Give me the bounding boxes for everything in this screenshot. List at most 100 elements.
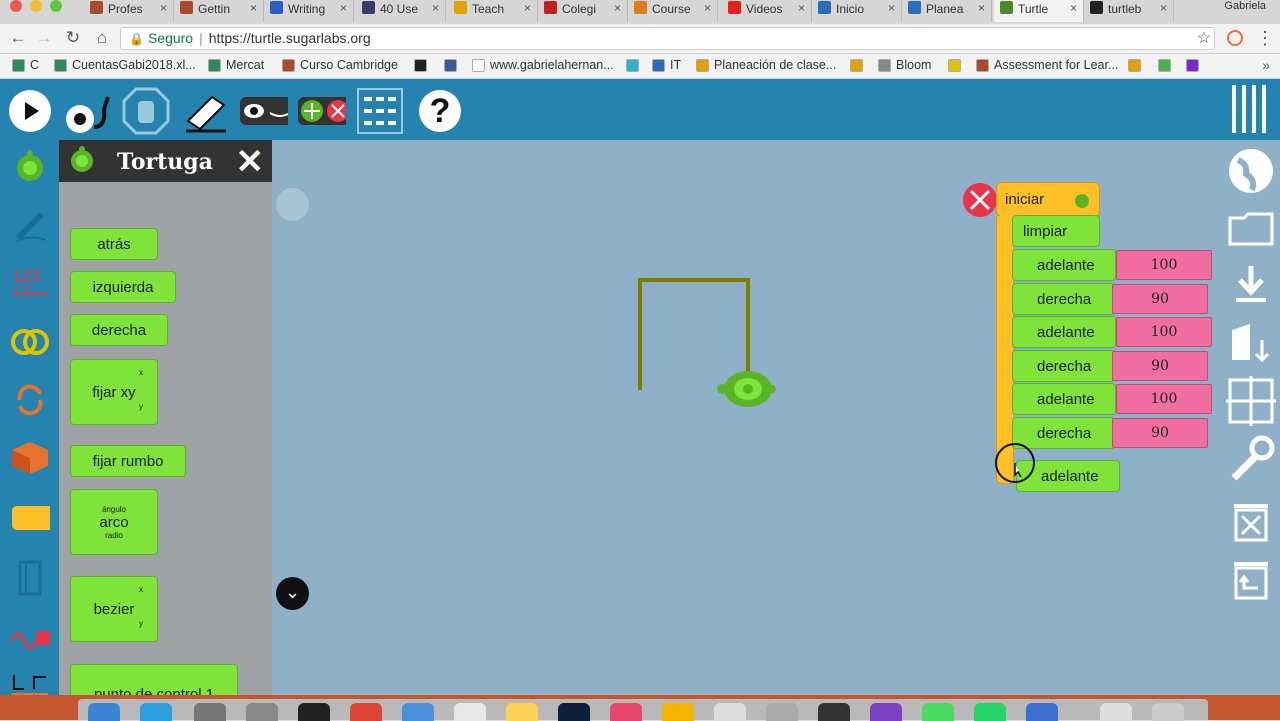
url-input[interactable]: 🔒 Seguro | https://turtle.sugarlabs.org ☆ <box>120 27 1215 50</box>
sensors-palette-icon[interactable] <box>10 616 50 656</box>
dock-app-icon[interactable] <box>870 703 902 721</box>
browser-tab[interactable]: Course × <box>628 0 718 22</box>
photos-icon[interactable] <box>662 703 694 721</box>
tab-close-icon[interactable]: × <box>888 1 895 15</box>
action-palette-icon[interactable] <box>10 498 50 538</box>
browser-tab[interactable]: Videos × <box>722 0 812 22</box>
program-step-value[interactable]: 100 <box>1116 317 1212 347</box>
messages-icon[interactable] <box>922 703 954 721</box>
dock-app-icon[interactable] <box>246 703 278 721</box>
tab-close-icon[interactable]: × <box>798 1 805 15</box>
tab-close-icon[interactable]: × <box>978 1 985 15</box>
restore-trash-icon[interactable] <box>1226 554 1276 604</box>
block-back[interactable]: atrás <box>70 228 158 260</box>
browser-tab[interactable]: Inicio × <box>812 0 902 22</box>
turtle-palette-icon[interactable] <box>10 148 50 188</box>
tab-close-icon[interactable]: × <box>524 1 531 15</box>
run-slow-button[interactable] <box>62 87 110 135</box>
block-control-point[interactable]: punto de control 1 <box>70 664 238 695</box>
forward-arrow-icon[interactable]: → <box>34 28 54 48</box>
whatsapp-icon[interactable] <box>974 703 1006 721</box>
browser-tab[interactable]: Planea × <box>902 0 992 22</box>
dock-app-icon[interactable] <box>1026 703 1058 721</box>
globe-icon[interactable] <box>1226 146 1276 196</box>
cartesian-grid-icon[interactable] <box>1226 376 1276 426</box>
program-step-value[interactable]: 100 <box>1116 250 1212 280</box>
collapse-button[interactable] <box>240 87 288 135</box>
download-icon[interactable] <box>1226 260 1276 310</box>
stop-button[interactable] <box>122 87 170 135</box>
program-step-block[interactable]: adelante <box>1012 249 1116 281</box>
itunes-icon[interactable] <box>610 703 642 721</box>
program-step-block[interactable]: adelante <box>1012 383 1116 415</box>
scroll-up-button[interactable] <box>276 188 309 221</box>
bookmark-item[interactable]: Assessment for Lear... <box>976 58 1118 72</box>
bookmark-item[interactable]: Planeación de clase... <box>696 58 836 72</box>
bookmark-star-icon[interactable]: ☆ <box>1197 28 1211 49</box>
bookmark-item[interactable]: Mercat <box>208 58 264 72</box>
dock-app-icon[interactable] <box>818 703 850 721</box>
clear-button[interactable] <box>182 87 230 135</box>
chrome-icon[interactable] <box>350 703 382 721</box>
block-clean[interactable]: limpiar <box>1012 215 1100 247</box>
calendar-icon[interactable] <box>454 703 486 721</box>
program-step-block[interactable]: adelante <box>1012 316 1116 348</box>
number-palette-icon[interactable]: 123 + = <box>10 264 50 304</box>
profile-name[interactable]: Gabriela <box>1224 0 1266 12</box>
tab-close-icon[interactable]: × <box>704 1 711 15</box>
bookmark-item[interactable]: C <box>12 58 39 72</box>
scroll-down-button[interactable]: ⌄ <box>276 577 309 610</box>
trash-icon[interactable] <box>1226 496 1276 546</box>
browser-tab[interactable]: turtleb × <box>1084 0 1174 22</box>
tab-close-icon[interactable]: × <box>340 1 347 15</box>
system-prefs-icon[interactable] <box>194 703 226 721</box>
block-left[interactable]: izquierda <box>70 271 176 303</box>
terminal-icon[interactable] <box>298 703 330 721</box>
menu-toggle-icon[interactable] <box>1230 85 1270 133</box>
dock-app-icon[interactable] <box>714 703 746 721</box>
bookmark-item[interactable]: Curso Cambridge <box>282 58 398 72</box>
block-bezier[interactable]: bezier x y <box>70 576 158 642</box>
tab-close-icon[interactable]: × <box>250 1 257 15</box>
browser-tab[interactable]: Profes × <box>84 0 174 22</box>
photoshop-icon[interactable] <box>558 703 590 721</box>
tab-close-icon[interactable]: × <box>1160 1 1167 15</box>
extension-icon[interactable] <box>1227 30 1243 46</box>
notes-icon[interactable] <box>506 703 538 721</box>
close-icon[interactable]: ✕ <box>236 142 265 182</box>
run-button[interactable] <box>6 87 54 135</box>
browser-tab[interactable]: Colegi × <box>538 0 628 22</box>
bookmark-item[interactable]: www.gabrielahernan... <box>472 58 614 72</box>
browser-menu-icon[interactable]: ⋮ <box>1256 28 1274 49</box>
app-store-icon[interactable] <box>140 703 172 721</box>
browser-tab[interactable]: Writing × <box>264 0 354 22</box>
back-arrow-icon[interactable]: ← <box>8 28 28 48</box>
block-setxy[interactable]: fijar xy x y <box>70 359 158 425</box>
show-hide-blocks-button[interactable] <box>298 87 346 135</box>
turtle-canvas[interactable]: iniciar limpiar adelante 100 derecha 90 adel… <box>272 140 1222 695</box>
pen-palette-icon[interactable] <box>10 206 50 246</box>
program-step-block[interactable]: derecha <box>1012 283 1116 315</box>
program-step-value[interactable]: 90 <box>1112 418 1208 448</box>
downloads-stack-icon[interactable] <box>1100 703 1132 721</box>
new-project-icon[interactable] <box>1226 320 1276 370</box>
bookmark-item[interactable]: Bloom <box>878 58 931 72</box>
more-bookmarks-icon[interactable]: » <box>1262 57 1270 73</box>
box-palette-icon[interactable] <box>10 438 50 478</box>
bookmark-item[interactable]: IT <box>652 58 681 72</box>
tab-close-icon[interactable]: × <box>1070 1 1077 15</box>
block-setheading[interactable]: fijar rumbo <box>70 445 186 477</box>
program-step-value[interactable]: 90 <box>1112 284 1208 314</box>
trash-can-icon[interactable] <box>1152 703 1184 721</box>
tab-close-icon[interactable]: × <box>432 1 439 15</box>
maximize-window-button[interactable] <box>50 0 62 12</box>
close-window-button[interactable] <box>10 0 22 12</box>
dock-app-icon[interactable] <box>766 703 798 721</box>
grid-button[interactable] <box>356 87 404 135</box>
program-step-block[interactable]: derecha <box>1012 350 1116 382</box>
folder-icon[interactable] <box>1226 204 1276 254</box>
browser-tab[interactable]: Gettin × <box>174 0 264 22</box>
block-right[interactable]: derecha <box>70 314 168 346</box>
program-step-value[interactable]: 100 <box>1116 384 1212 414</box>
block-arc[interactable]: ángulo arco radio <box>70 489 158 555</box>
